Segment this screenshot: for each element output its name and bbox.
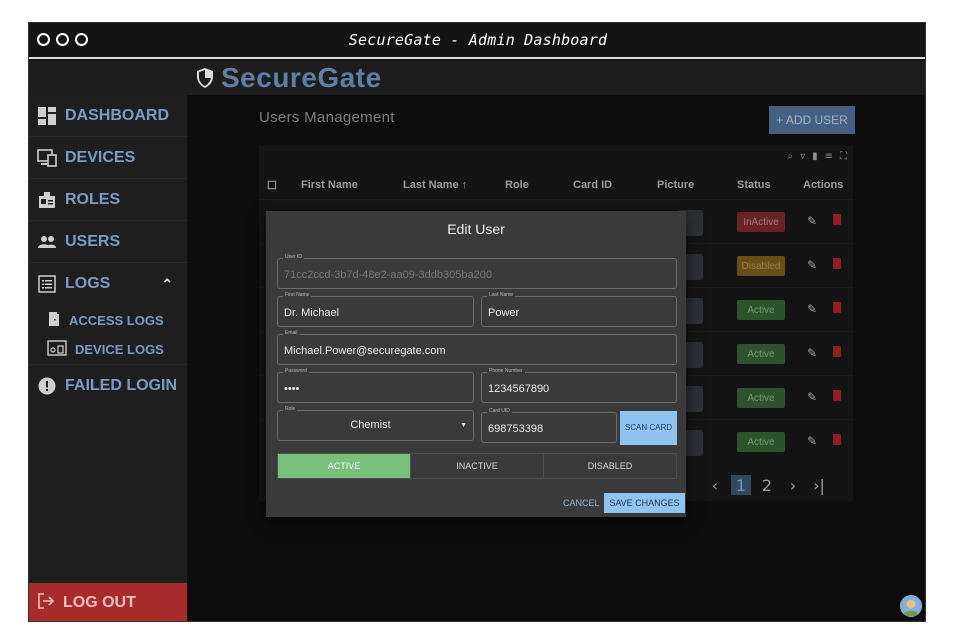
close-window-button[interactable] xyxy=(37,33,50,46)
email-field[interactable]: Email Michael.Power@securegate.com xyxy=(277,330,677,365)
field-value: •••• xyxy=(284,383,300,395)
phone-number-field[interactable]: Phone Number 1234567890 xyxy=(481,368,677,403)
title-bar: SecureGate - Admin Dashboard xyxy=(29,23,925,59)
brand-name: SecureGate xyxy=(221,62,382,93)
sidebar-item-label: DASHBOARD xyxy=(65,106,169,124)
badge-icon xyxy=(37,190,57,210)
dialog-title: Edit User xyxy=(447,221,505,237)
dashboard-icon xyxy=(37,106,57,126)
field-label: Role xyxy=(283,406,298,412)
field-value: 71cc2ccd-3b7d-48e2-aa09-3ddb305ba200 xyxy=(284,269,492,281)
sidebar-item-label: USERS xyxy=(65,232,121,250)
sidebar-item-logs[interactable]: LOGS ⌃ xyxy=(29,263,187,305)
sidebar-item-devices[interactable]: DEVICES xyxy=(29,137,187,179)
door-icon xyxy=(47,311,61,330)
logout-icon xyxy=(37,592,55,615)
sidebar-item-label: ROLES xyxy=(65,190,121,208)
app-window: SecureGate - Admin Dashboard SecureGate … xyxy=(28,22,926,622)
shield-icon xyxy=(197,68,213,88)
field-value: 1234567890 xyxy=(488,383,550,395)
field-label: Card UID xyxy=(487,408,512,414)
sidebar-item-label: DEVICES xyxy=(65,148,136,166)
status-option-disabled[interactable]: DISABLED xyxy=(544,454,676,478)
field-value: 698753398 xyxy=(488,423,544,435)
window-title: SecureGate - Admin Dashboard xyxy=(348,31,608,49)
devices-icon xyxy=(37,148,57,168)
chevron-up-icon[interactable]: ⌃ xyxy=(161,276,173,293)
logout-label: LOG OUT xyxy=(63,594,136,611)
sidebar-item-access-logs[interactable]: ACCESS LOGS xyxy=(29,305,187,335)
minimize-window-button[interactable] xyxy=(56,33,69,46)
save-changes-button[interactable]: SAVE CHANGES xyxy=(604,493,685,513)
sidebar-item-label: DEVICE LOGS xyxy=(75,342,164,357)
status-option-inactive[interactable]: INACTIVE xyxy=(411,454,544,478)
sidebar-item-roles[interactable]: ROLES xyxy=(29,179,187,221)
field-value: Power xyxy=(488,307,520,319)
status-option-active[interactable]: ACTIVE xyxy=(278,454,411,478)
dropdown-arrow-icon: ▼ xyxy=(460,422,467,429)
edit-user-dialog: Edit User User ID 71cc2ccd-3b7d-48e2-aa0… xyxy=(266,211,686,517)
sidebar-item-label: FAILED LOGIN xyxy=(65,377,177,394)
user-id-field: User ID 71cc2ccd-3b7d-48e2-aa09-3ddb305b… xyxy=(277,254,677,289)
cancel-button[interactable]: CANCEL xyxy=(563,498,600,508)
sidebar-item-users[interactable]: USERS xyxy=(29,221,187,263)
status-toggle-group: ACTIVE INACTIVE DISABLED xyxy=(277,453,677,479)
users-icon xyxy=(37,232,57,252)
field-label: Last Name xyxy=(487,292,516,298)
sidebar-item-failed-login[interactable]: FAILED LOGIN xyxy=(29,365,187,407)
field-value: Dr. Michael xyxy=(284,307,340,319)
field-label: Password xyxy=(283,368,309,374)
list-icon xyxy=(37,274,57,294)
assistant-avatar-icon[interactable] xyxy=(900,595,922,617)
field-value: Chemist xyxy=(350,419,391,431)
top-bar: SecureGate xyxy=(29,61,925,95)
field-value: Michael.Power@securegate.com xyxy=(284,345,446,357)
scan-card-button[interactable]: SCAN CARD xyxy=(620,411,677,445)
sidebar-item-label: ACCESS LOGS xyxy=(69,312,164,328)
maximize-window-button[interactable] xyxy=(75,33,88,46)
role-select[interactable]: Role Chemist ▼ xyxy=(277,406,474,441)
field-label: Email xyxy=(283,330,300,336)
logout-button[interactable]: LOG OUT xyxy=(29,583,187,621)
password-field[interactable]: Password •••• xyxy=(277,368,474,403)
device-log-icon xyxy=(47,340,67,359)
sidebar: DASHBOARD DEVICES ROLES USERS LOGS ⌃ ACC… xyxy=(29,95,187,621)
sidebar-item-label: LOGS xyxy=(65,275,111,292)
field-label: Phone Number xyxy=(487,368,525,374)
field-label: User ID xyxy=(283,254,304,260)
first-name-field[interactable]: First Name Dr. Michael xyxy=(277,292,474,327)
card-uid-field[interactable]: Card UID 698753398 xyxy=(481,408,617,443)
sidebar-item-dashboard[interactable]: DASHBOARD xyxy=(29,95,187,137)
alert-icon xyxy=(37,376,57,396)
brand-logo: SecureGate xyxy=(195,61,382,95)
sidebar-item-device-logs[interactable]: DEVICE LOGS xyxy=(29,335,187,365)
field-label: First Name xyxy=(283,292,312,298)
last-name-field[interactable]: Last Name Power xyxy=(481,292,677,327)
window-controls xyxy=(37,33,88,46)
main-content: Users Management + ADD USER ⌕ ▿ ▮ ≡ ⛶ ☐ … xyxy=(187,95,925,621)
